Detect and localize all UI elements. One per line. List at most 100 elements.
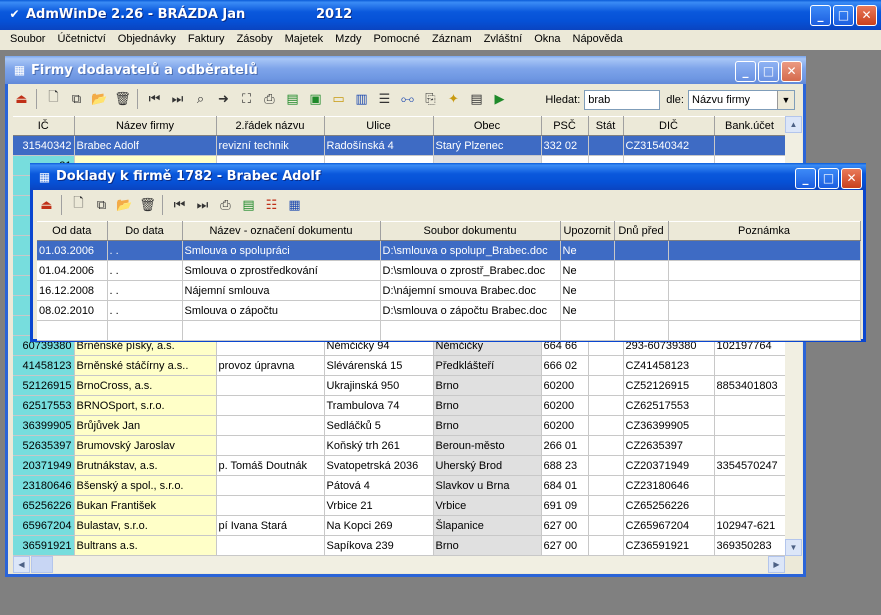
table-cell[interactable]: 52635397 xyxy=(13,435,75,456)
table-cell[interactable]: D:\smlouva o spolupr_Brabec.doc xyxy=(380,240,561,261)
table-cell[interactable] xyxy=(588,415,624,436)
table-cell[interactable] xyxy=(714,395,786,416)
table-cell[interactable]: CZ31540342 xyxy=(623,135,715,156)
table-cell[interactable] xyxy=(668,320,861,341)
documents-maximize-button[interactable]: □ xyxy=(818,168,839,189)
table-cell[interactable]: 691 09 xyxy=(541,495,589,516)
table-cell[interactable]: 08.02.2010 xyxy=(37,300,108,321)
col-header-stat[interactable]: Stát xyxy=(588,116,624,136)
table-cell[interactable]: Pátová 4 xyxy=(324,475,434,496)
table-cell[interactable] xyxy=(714,135,786,156)
col-header-obec[interactable]: Obec xyxy=(433,116,542,136)
col-header-dic[interactable]: DIČ xyxy=(623,116,715,136)
table-cell[interactable]: CZ65256226 xyxy=(623,495,715,516)
table-cell[interactable]: 52126915 xyxy=(13,375,75,396)
table-cell[interactable] xyxy=(714,355,786,376)
table-row[interactable]: 01.04.2006. . Smlouva o zprostředkování D:… xyxy=(37,260,861,281)
col-header-radek2[interactable]: 2.řádek názvu xyxy=(216,116,325,136)
new-document-icon[interactable]: 🗋 xyxy=(42,88,65,110)
print-icon[interactable]: ⎙ xyxy=(258,88,281,110)
table-row[interactable]: 31540342 Brabec Adolf revizní technik Radoš… xyxy=(13,135,786,156)
table-cell[interactable]: 31540342 xyxy=(13,135,75,156)
table-cell[interactable]: Beroun-město xyxy=(433,435,542,456)
table-cell[interactable] xyxy=(216,415,325,436)
table-cell[interactable]: 684 01 xyxy=(541,475,589,496)
table-cell[interactable]: 627 00 xyxy=(541,515,589,536)
table-cell[interactable]: Vrbice 21 xyxy=(324,495,434,516)
table-cell[interactable] xyxy=(588,495,624,516)
table-cell[interactable]: CZ36591921 xyxy=(623,535,715,556)
table-cell[interactable]: 20371949 xyxy=(13,455,75,476)
firms-horizontal-scrollbar[interactable]: ◀ ▶ xyxy=(13,556,785,573)
table-cell[interactable]: provoz úpravna xyxy=(216,355,325,376)
table-cell[interactable] xyxy=(588,435,624,456)
col-header-do-data[interactable]: Do data xyxy=(107,221,183,241)
table-cell[interactable] xyxy=(216,435,325,456)
table-cell[interactable] xyxy=(216,475,325,496)
table-cell[interactable]: 332 02 xyxy=(541,135,589,156)
table-cell[interactable]: 60200 xyxy=(541,395,589,416)
table-row[interactable]: 16.12.2008. . Nájemní smlouva D:\nájemní s… xyxy=(37,280,861,301)
col-header-nazev-dokumentu[interactable]: Název - označení dokumentu xyxy=(182,221,381,241)
menu-faktury[interactable]: Faktury xyxy=(182,30,231,50)
table-cell[interactable]: . . xyxy=(107,300,183,321)
list-icon[interactable]: ☰ xyxy=(373,88,396,110)
copy-records-icon[interactable]: ⎘ xyxy=(419,88,442,110)
table-cell[interactable] xyxy=(588,535,624,556)
table-cell[interactable]: Trambulova 74 xyxy=(324,395,434,416)
table-cell[interactable] xyxy=(107,320,183,341)
col-header-upozornit[interactable]: Upozornit xyxy=(560,221,615,241)
goto-arrow-icon[interactable]: ➜ xyxy=(212,88,235,110)
table-cell[interactable]: BRNOSport, s.r.o. xyxy=(74,395,217,416)
menu-okna[interactable]: Okna xyxy=(528,30,566,50)
scroll-down-icon[interactable]: ▼ xyxy=(785,539,802,556)
table-cell[interactable]: Ne xyxy=(560,300,615,321)
table-cell[interactable]: Starý Plzenec xyxy=(433,135,542,156)
documents-close-button[interactable]: ✕ xyxy=(841,168,862,189)
chevron-down-icon[interactable]: ▼ xyxy=(777,91,794,109)
run-icon[interactable]: ▶ xyxy=(488,88,511,110)
table-cell[interactable]: Sapíkova 239 xyxy=(324,535,434,556)
open-folder-icon[interactable]: 📂 xyxy=(88,88,111,110)
table-cell[interactable]: Brněnské stáčírny a.s.. xyxy=(74,355,217,376)
table-cell[interactable] xyxy=(614,300,669,321)
table-cell[interactable] xyxy=(614,260,669,281)
table-cell[interactable] xyxy=(216,495,325,516)
firms-minimize-button[interactable]: _ xyxy=(735,61,756,82)
table-row[interactable]: 65256226 Bukan František Vrbice 21 Vrbice 69… xyxy=(13,495,786,516)
table-row[interactable]: 08.02.2010. . Smlouva o zápočtu D:\smlouva… xyxy=(37,300,861,321)
menu-objednavky[interactable]: Objednávky xyxy=(112,30,182,50)
table-cell[interactable] xyxy=(380,320,561,341)
documents-icon[interactable]: ▤ xyxy=(465,88,488,110)
numbered-list-icon[interactable]: ☷ xyxy=(260,194,283,216)
col-header-ic[interactable]: IČ xyxy=(13,116,75,136)
search-input[interactable] xyxy=(584,90,661,110)
table-cell[interactable]: p. Tomáš Doutnák xyxy=(216,455,325,476)
table-cell[interactable]: Svatopetrská 2036 xyxy=(324,455,434,476)
excel-export-icon[interactable]: ▤ xyxy=(237,194,260,216)
table-cell[interactable] xyxy=(668,240,861,261)
table-cell[interactable]: Koňský trh 261 xyxy=(324,435,434,456)
table-row[interactable]: 23180646 Bšenský a spol., s.r.o. Pátová 4S… xyxy=(13,475,786,496)
firms-close-button[interactable]: ✕ xyxy=(781,61,802,82)
table-cell[interactable]: Brno xyxy=(433,415,542,436)
table-cell[interactable]: Bultrans a.s. xyxy=(74,535,217,556)
table-cell[interactable]: CZ52126915 xyxy=(623,375,715,396)
table-cell[interactable]: Nájemní smlouva xyxy=(182,280,381,301)
table-cell[interactable] xyxy=(614,280,669,301)
menu-pomocne[interactable]: Pomocné xyxy=(367,30,425,50)
table-cell[interactable] xyxy=(588,355,624,376)
table-cell[interactable]: Sedláčků 5 xyxy=(324,415,434,436)
table-row[interactable]: 41458123 Brněnské stáčírny a.s.. provoz úp… xyxy=(13,355,786,376)
table-cell[interactable] xyxy=(668,300,861,321)
menu-napoveda[interactable]: Nápověda xyxy=(567,30,629,50)
col-header-psc[interactable]: PSČ xyxy=(541,116,589,136)
table-row[interactable]: 20371949 Brutnákstav, a.s. p. Tomáš Doutná… xyxy=(13,455,786,476)
table-cell[interactable]: 3354570247 xyxy=(714,455,786,476)
table-cell[interactable]: 65256226 xyxy=(13,495,75,516)
table-cell[interactable]: CZ36399905 xyxy=(623,415,715,436)
table-cell[interactable] xyxy=(182,320,381,341)
wand-icon[interactable]: ✦ xyxy=(442,88,465,110)
table-cell[interactable]: Smlouva o spolupráci xyxy=(182,240,381,261)
sort-select[interactable]: Názvu firmy ▼ xyxy=(688,90,795,110)
